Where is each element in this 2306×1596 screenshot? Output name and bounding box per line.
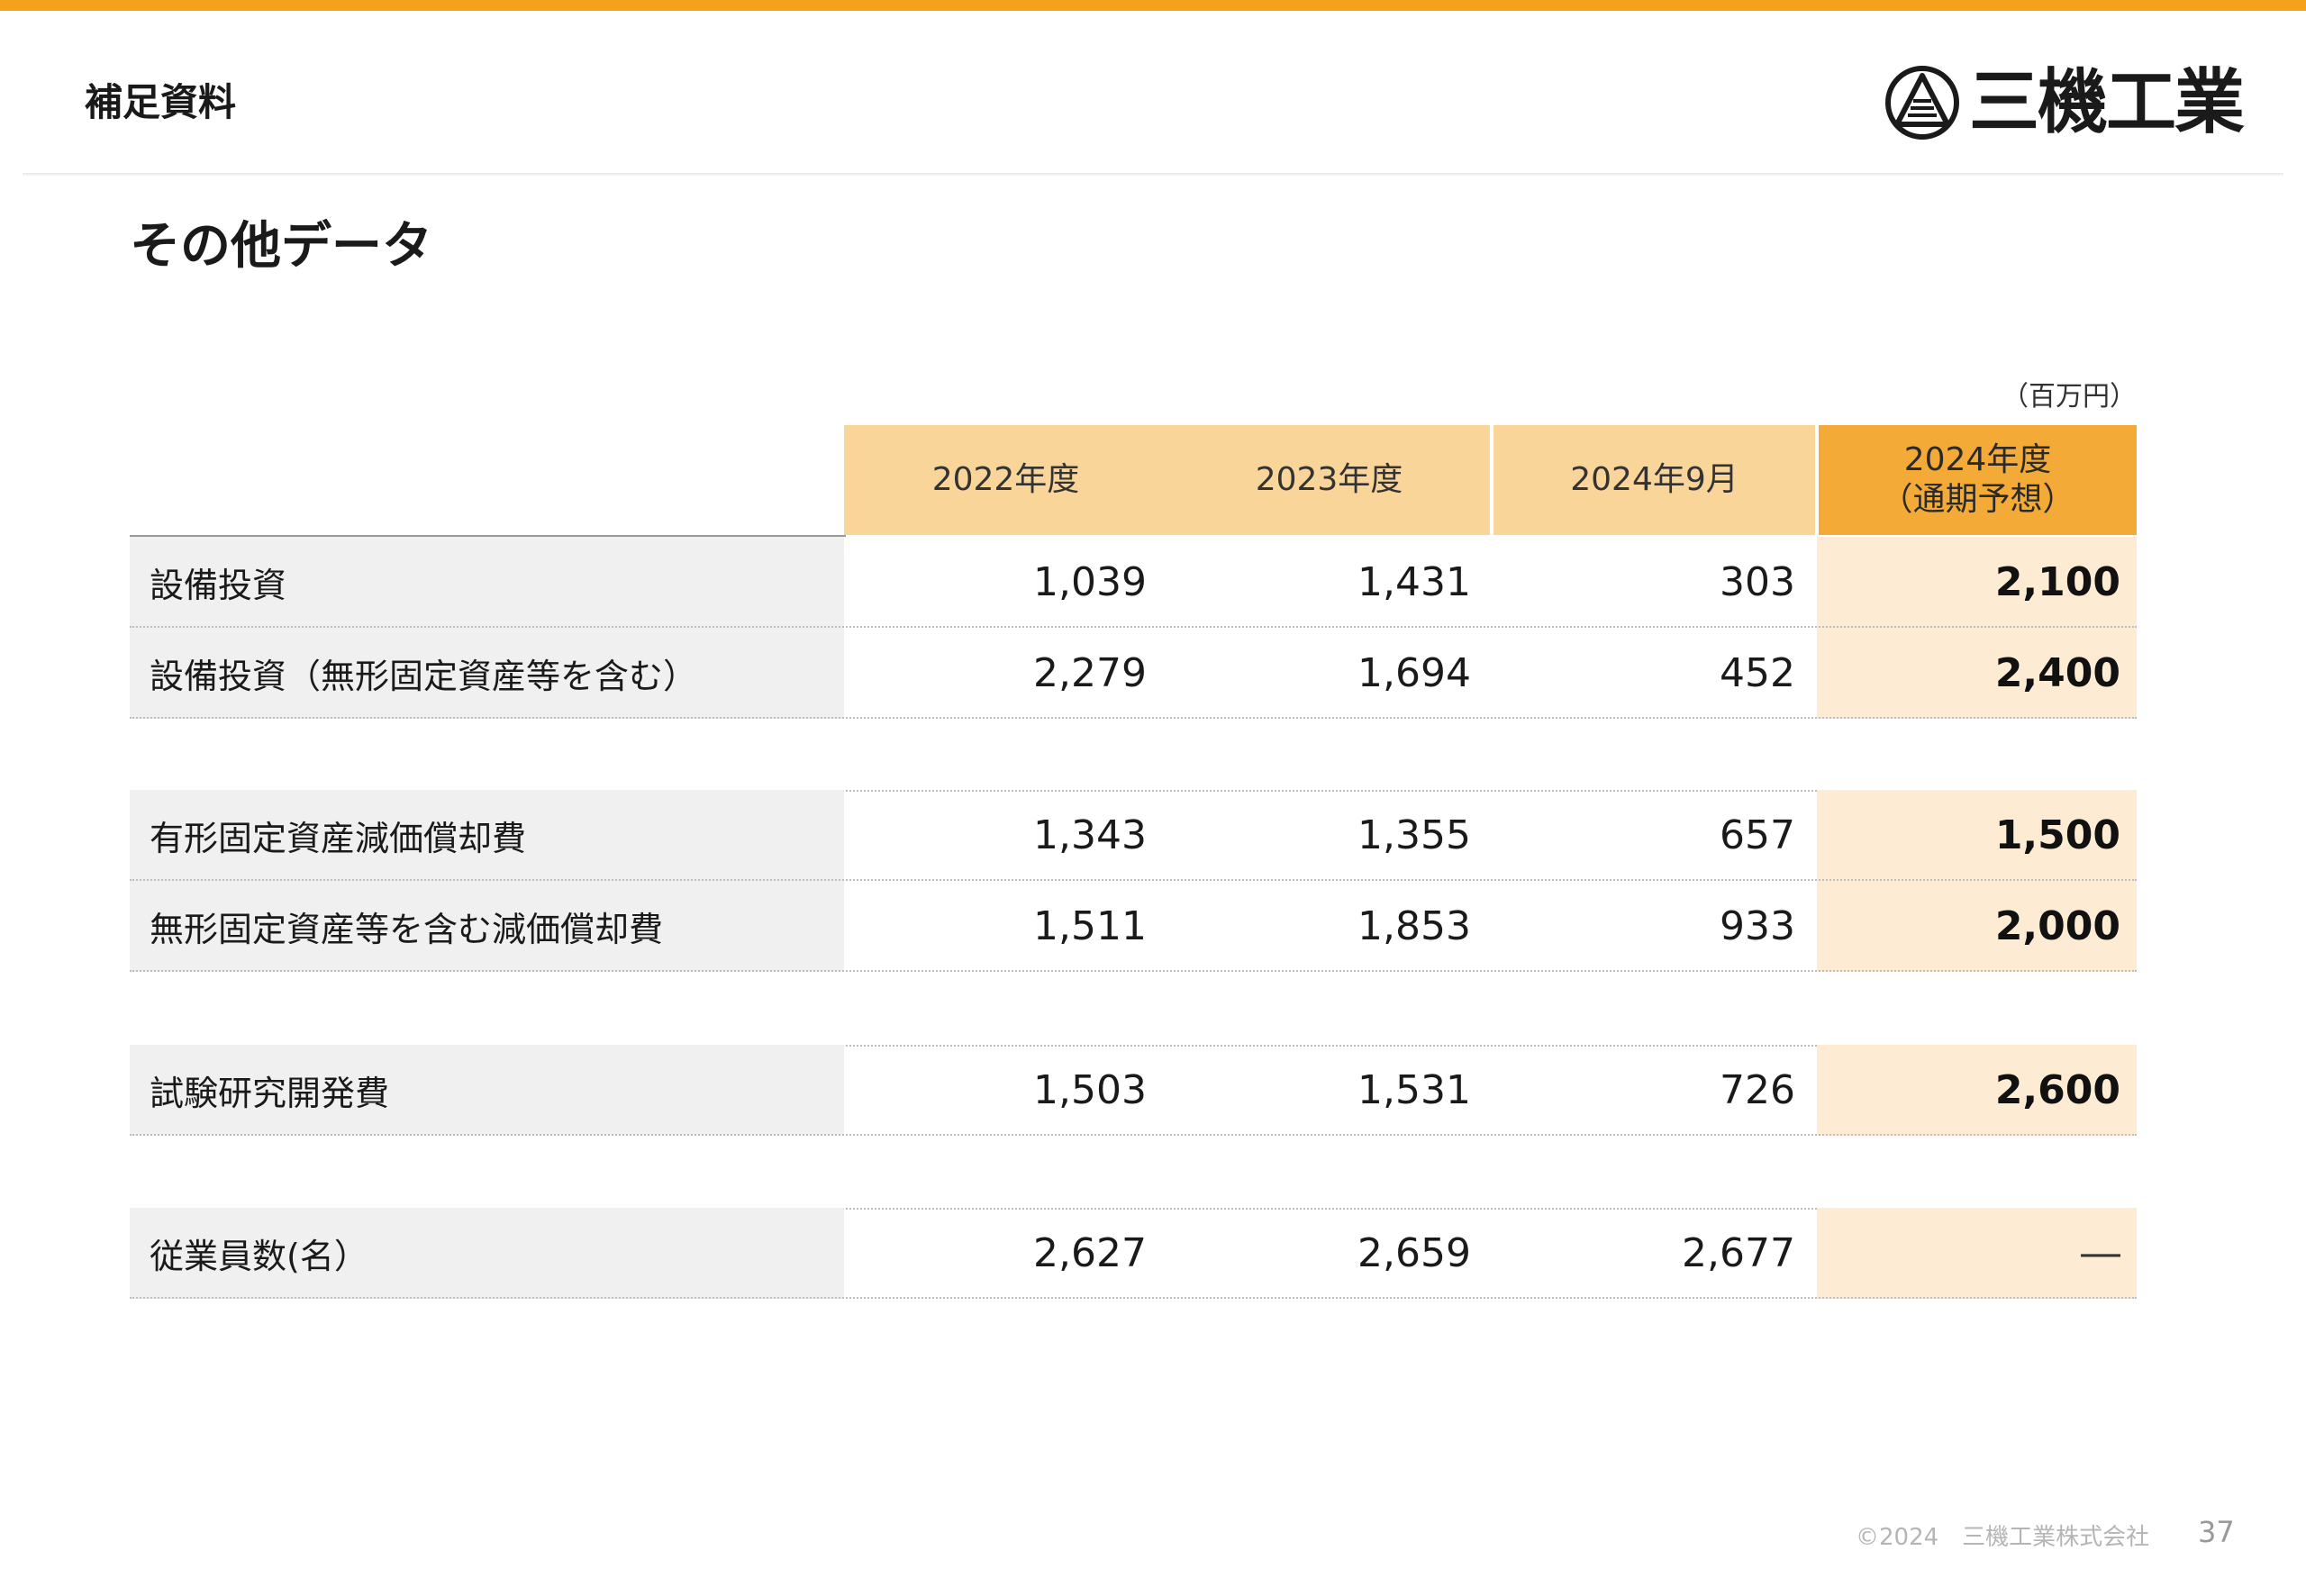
- cell-value: 1,853: [1357, 903, 1471, 949]
- cell-value: 1,503: [1033, 1067, 1147, 1113]
- table-row: 設備投資（無形固定資産等を含む） 2,279 1,694 452 2,400: [130, 628, 2137, 719]
- cell-value: 452: [1720, 650, 1795, 696]
- cell-value: 2,279: [1033, 650, 1147, 696]
- table-row: 有形固定資産減価償却費 1,343 1,355 657 1,500: [130, 790, 2137, 881]
- row-divider: [130, 970, 2137, 972]
- cell-forecast: ―: [1817, 1208, 2137, 1299]
- header-divider: [23, 173, 2283, 177]
- cell-forecast: 2,000: [1817, 881, 2137, 972]
- company-logo: 三機工業: [1884, 61, 2248, 144]
- row-divider: [130, 1297, 2137, 1299]
- table-row: 従業員数(名） 2,627 2,659 2,677 ―: [130, 1208, 2137, 1299]
- table-row: 設備投資 1,039 1,431 303 2,100: [130, 537, 2137, 628]
- row-label: 従業員数(名）: [130, 1208, 844, 1299]
- row-label: 設備投資（無形固定資産等を含む）: [130, 628, 844, 719]
- table-row: 無形固定資産等を含む減価償却費 1,511 1,853 933 2,000: [130, 881, 2137, 972]
- column-header-2024-forecast: 2024年度 （通期予想）: [1819, 425, 2137, 535]
- row-divider: [130, 1134, 2137, 1136]
- cell-value: 657: [1720, 812, 1795, 858]
- cell-value: 1,694: [1357, 650, 1471, 696]
- cell-value: 1,511: [1033, 903, 1147, 949]
- cell-value: 2,659: [1357, 1230, 1471, 1276]
- row-label: 無形固定資産等を含む減価償却費: [130, 881, 844, 972]
- cell-value: 726: [1720, 1067, 1795, 1113]
- cell-value: 933: [1720, 903, 1795, 949]
- table-row: 試験研究開発費 1,503 1,531 726 2,600: [130, 1045, 2137, 1136]
- cell-value: 1,343: [1033, 812, 1147, 858]
- logo-text: 三機工業: [1969, 62, 2245, 143]
- top-accent-bar: [0, 0, 2306, 11]
- column-header-2024-sep: 2024年9月: [1570, 461, 1739, 498]
- cell-forecast: 1,500: [1817, 790, 2137, 881]
- cell-value: 2,627: [1033, 1230, 1147, 1276]
- logo-mark-icon: [1885, 66, 1959, 140]
- page-title: その他データ: [130, 217, 432, 276]
- footer-copyright: ©2024 三機工業株式会社: [1856, 1524, 2150, 1551]
- row-label: 設備投資: [130, 537, 844, 628]
- column-header-2022: 2022年度: [931, 461, 1080, 498]
- section-label: 補足資料: [85, 80, 237, 124]
- cell-value: 1,431: [1357, 559, 1471, 605]
- column-header-2023: 2023年度: [1255, 461, 1403, 498]
- row-label: 試験研究開発費: [130, 1045, 844, 1136]
- cell-value: 303: [1720, 559, 1795, 605]
- cell-forecast: 2,100: [1817, 537, 2137, 628]
- row-divider: [130, 717, 2137, 719]
- cell-forecast: 2,600: [1817, 1045, 2137, 1136]
- page-number: 37: [2198, 1515, 2235, 1549]
- cell-value: 1,355: [1357, 812, 1471, 858]
- cell-forecast: 2,400: [1817, 628, 2137, 719]
- cell-value: 1,531: [1357, 1067, 1471, 1113]
- cell-value: 1,039: [1033, 559, 1147, 605]
- cell-value: 2,677: [1682, 1230, 1795, 1276]
- unit-note: （百万円）: [2002, 381, 2137, 413]
- row-label: 有形固定資産減価償却費: [130, 790, 844, 881]
